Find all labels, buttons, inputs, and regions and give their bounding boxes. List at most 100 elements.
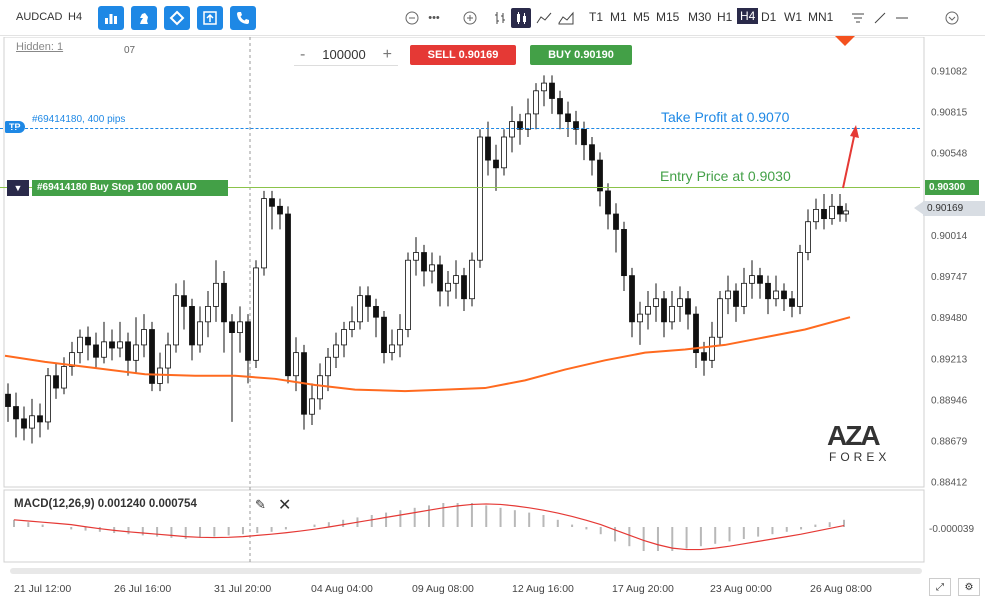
- candle: [189, 298, 195, 361]
- tf-m30[interactable]: M30: [688, 10, 711, 24]
- candle: [333, 332, 339, 369]
- horizontal-scrollbar[interactable]: [10, 568, 922, 574]
- sort-icon[interactable]: [848, 8, 868, 28]
- candle: [781, 283, 787, 312]
- candle: [173, 283, 179, 353]
- tf-d1[interactable]: D1: [761, 10, 776, 24]
- candle: [237, 306, 243, 353]
- settings-button[interactable]: ⚙: [958, 578, 980, 596]
- moving-average-line: [4, 316, 851, 393]
- candle-type-icon[interactable]: [511, 8, 531, 28]
- more-dots-icon[interactable]: •••: [424, 8, 444, 28]
- candle: [565, 101, 571, 138]
- candle: [637, 301, 643, 345]
- candle: [773, 275, 779, 307]
- bar-type-icon[interactable]: [490, 8, 510, 28]
- candle: [373, 298, 379, 338]
- candle: [69, 341, 75, 376]
- timeframe-label[interactable]: H4: [68, 11, 82, 23]
- indicators-button[interactable]: [131, 6, 157, 30]
- tf-w1[interactable]: W1: [784, 10, 802, 24]
- export-button[interactable]: [197, 6, 223, 30]
- chevron-down-icon[interactable]: [942, 8, 962, 28]
- candle: [677, 286, 683, 322]
- candle: [829, 193, 835, 225]
- trend-arrow: [842, 125, 859, 189]
- tf-h1[interactable]: H1: [717, 10, 732, 24]
- candle: [93, 332, 99, 369]
- candle: [525, 98, 531, 138]
- candle: [493, 144, 499, 191]
- candle: [309, 383, 315, 426]
- candle: [101, 321, 107, 364]
- candle: [843, 203, 849, 222]
- time-tick-label: 12 Aug 16:00: [512, 583, 574, 595]
- candle: [445, 271, 451, 307]
- upload-box-icon: [203, 11, 217, 25]
- draw-line-icon[interactable]: [870, 8, 890, 28]
- candle: [733, 283, 739, 322]
- candle: [741, 267, 747, 315]
- candle: [669, 291, 675, 330]
- candle: [285, 206, 291, 384]
- candle: [429, 252, 435, 284]
- tf-m15[interactable]: M15: [656, 10, 679, 24]
- line-type-icon[interactable]: [534, 8, 554, 28]
- tf-t1[interactable]: T1: [589, 10, 603, 24]
- zoom-out-icon[interactable]: [402, 8, 422, 28]
- candle: [357, 286, 363, 330]
- candle: [125, 332, 131, 376]
- candle: [629, 267, 635, 338]
- time-tick-label: 31 Jul 20:00: [214, 583, 271, 595]
- candle: [229, 314, 235, 422]
- candle: [621, 221, 627, 292]
- hidden-label[interactable]: Hidden: 1: [16, 41, 63, 53]
- tf-h4[interactable]: H4: [737, 8, 759, 24]
- order-label[interactable]: #69414180 Buy Stop 100 000 AUD: [32, 180, 228, 196]
- lots-plus-button[interactable]: +: [377, 46, 398, 64]
- lots-value[interactable]: 100000: [322, 47, 365, 62]
- candle: [45, 368, 51, 430]
- candle: [749, 260, 755, 299]
- buy-button[interactable]: BUY 0.90190: [530, 45, 632, 65]
- tf-m5[interactable]: M5: [633, 10, 650, 24]
- tp-badge[interactable]: TP: [5, 121, 25, 133]
- pencil-icon[interactable]: ✎: [255, 497, 266, 513]
- entry-text: Entry Price at 0.9030: [660, 168, 791, 184]
- close-icon[interactable]: ✕: [278, 495, 291, 515]
- zoom-in-icon[interactable]: [460, 8, 480, 28]
- drawing-button[interactable]: [164, 6, 190, 30]
- lots-minus-button[interactable]: -: [294, 46, 311, 64]
- candle: [685, 291, 691, 330]
- candle: [85, 326, 91, 361]
- bar-chart-button[interactable]: [98, 6, 124, 30]
- horizontal-line-icon[interactable]: [892, 8, 912, 28]
- tf-m1[interactable]: M1: [610, 10, 627, 24]
- candles: [5, 75, 849, 444]
- candle: [61, 357, 67, 395]
- candle: [821, 193, 827, 230]
- candle: [13, 392, 19, 438]
- candle: [37, 403, 43, 438]
- candle: [205, 291, 211, 338]
- candle: [557, 90, 563, 130]
- candle: [797, 244, 803, 315]
- candle: [325, 348, 331, 392]
- candle: [597, 152, 603, 207]
- candle: [653, 283, 659, 322]
- candle: [157, 352, 163, 392]
- candle: [549, 75, 555, 114]
- symbol-label[interactable]: AUDCAD: [16, 11, 62, 23]
- expand-button[interactable]: ⤢: [929, 578, 951, 596]
- sell-button[interactable]: SELL 0.90169: [410, 45, 516, 65]
- order-collapse-button[interactable]: ▼: [7, 180, 29, 196]
- lots-stepper[interactable]: - 100000 +: [294, 44, 398, 66]
- candle: [813, 198, 819, 230]
- area-type-icon[interactable]: [556, 8, 576, 28]
- tp-order-text: #69414180, 400 pips: [32, 114, 126, 125]
- candle: [133, 317, 139, 373]
- candle: [77, 329, 83, 364]
- contact-button[interactable]: [230, 6, 256, 30]
- tf-mn1[interactable]: MN1: [808, 10, 833, 24]
- candle: [469, 252, 475, 307]
